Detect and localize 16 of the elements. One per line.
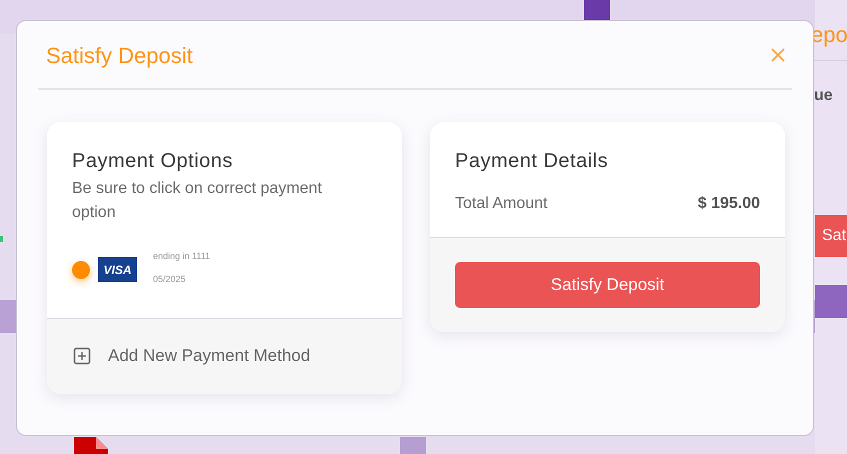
total-value: $ 195.00 — [698, 195, 760, 213]
modal-title: Satisfy Deposit — [46, 42, 193, 68]
satisfy-deposit-button[interactable]: Satisfy Deposit — [455, 262, 760, 308]
table-band — [815, 285, 847, 318]
card-logo: VISA — [98, 257, 137, 282]
file-icon — [74, 437, 110, 454]
hint-text: Be sure to click on correct payment option — [72, 179, 323, 223]
total-label: Total Amount — [455, 195, 548, 213]
action-button[interactable]: Sat — [815, 215, 847, 257]
card-title: Payment Details — [455, 150, 610, 173]
card-expiry: 05/2025 — [153, 274, 187, 284]
plus-square-icon — [72, 346, 92, 366]
column-block — [400, 437, 426, 454]
radio-dot[interactable] — [72, 260, 90, 278]
card-title: Payment Options — [72, 150, 234, 173]
column-label: ue — [814, 87, 834, 105]
